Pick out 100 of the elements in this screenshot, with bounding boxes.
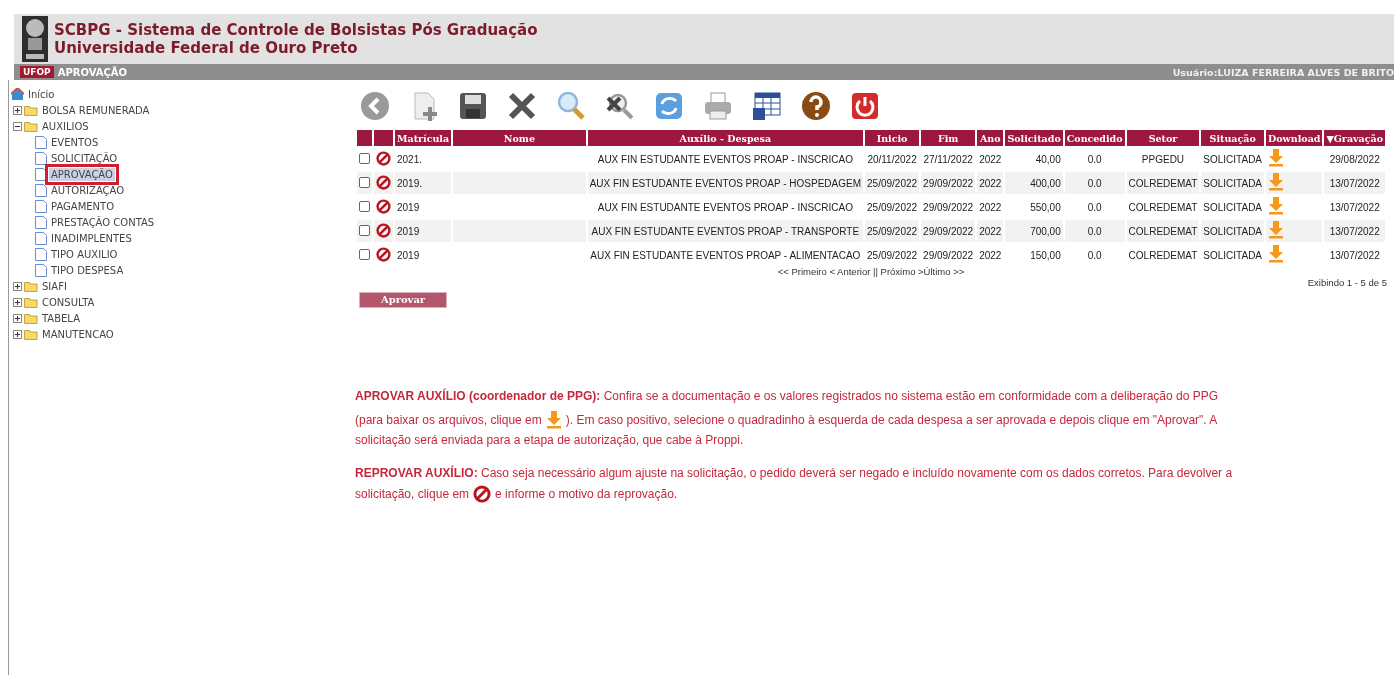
document-icon <box>35 215 47 229</box>
help-icon[interactable] <box>800 90 832 122</box>
table-cell: 2019. <box>395 172 452 194</box>
ufop-badge: UFOP <box>20 66 54 78</box>
power-icon[interactable] <box>849 90 881 122</box>
document-icon <box>35 231 47 245</box>
folder-icon <box>24 120 38 132</box>
table-cell: COLREDEMAT <box>1126 172 1200 194</box>
reject-icon[interactable] <box>376 198 391 214</box>
column-header[interactable]: Matrícula <box>395 130 452 146</box>
close-icon[interactable] <box>506 90 538 122</box>
row-checkbox[interactable] <box>359 200 370 212</box>
column-header[interactable]: Nome <box>453 130 586 146</box>
tree-item[interactable]: CONSULTA <box>40 296 97 308</box>
table-cell: 25/09/2022 <box>865 172 920 194</box>
table-cell: 29/09/2022 <box>921 172 976 194</box>
tree-item[interactable]: PAGAMENTO <box>49 199 117 213</box>
column-header[interactable]: Situação <box>1201 130 1265 146</box>
university-logo <box>22 16 48 62</box>
expand-icon[interactable] <box>13 105 22 115</box>
pagination-links[interactable]: << Primeiro < Anterior || Próximo >Último >> <box>777 266 965 277</box>
download-icon <box>545 410 562 429</box>
column-header[interactable]: Ano <box>977 130 1004 146</box>
collapse-icon[interactable] <box>13 121 22 131</box>
tree-item[interactable]: MANUTENCAO <box>40 328 116 340</box>
column-header[interactable]: Solicitado <box>1005 130 1063 146</box>
document-icon <box>35 263 47 277</box>
help-text: APROVAR AUXÍLIO (coordenador de PPG): Confira se a documentação e os valores registrados no sistema estão em conformidade com a deliberação do PPG <box>355 388 1219 403</box>
refresh-icon[interactable] <box>653 90 685 122</box>
reject-icon[interactable] <box>376 246 391 262</box>
table-cell: 0.0 <box>1064 172 1125 194</box>
record-count: Exibindo 1 - 5 de 5 <box>1307 277 1387 288</box>
table-cell: 29/09/2022 <box>921 220 976 242</box>
table-cell: 700,00 <box>1005 220 1063 242</box>
tree-item[interactable]: TABELA <box>40 312 82 324</box>
help-text: (para baixar os arquivos, clique em <box>355 412 542 427</box>
folder-icon <box>24 104 38 116</box>
printer-icon[interactable] <box>702 90 734 122</box>
tree-item[interactable]: TIPO DESPESA <box>49 263 126 277</box>
reject-icon[interactable] <box>376 174 391 190</box>
column-header[interactable]: ▼Gravação <box>1324 130 1385 146</box>
column-header[interactable]: Inicio <box>865 130 920 146</box>
table-cell: SOLICITADA <box>1201 220 1265 242</box>
folder-icon <box>24 328 38 340</box>
expand-icon[interactable] <box>13 281 22 291</box>
table-header <box>374 130 393 146</box>
help-text: ). Em caso positivo, selecione o quadradinho à esquerda de cada despesa a ser aprovada e depois clique em "Aprovar". A <box>565 412 1218 427</box>
document-icon <box>35 151 47 165</box>
table-cell: AUX FIN ESTUDANTE EVENTOS PROAP - TRANSPORTE <box>587 220 863 242</box>
table-cell: 25/09/2022 <box>865 220 920 242</box>
column-header[interactable]: Fim <box>921 130 976 146</box>
reject-icon[interactable] <box>376 150 391 166</box>
tree-item[interactable]: Início <box>26 88 57 100</box>
table-cell: 400,00 <box>1005 172 1063 194</box>
help-text: solicitação será enviada para a etapa de autorização, que cabe à Proppi. <box>355 433 744 447</box>
expand-icon[interactable] <box>13 329 22 339</box>
table-save-icon[interactable] <box>751 90 783 122</box>
column-header[interactable]: Concedido <box>1064 130 1125 146</box>
help-text: solicitação, clique em <box>355 486 470 501</box>
reject-icon[interactable] <box>376 222 391 238</box>
folder-icon <box>24 296 38 308</box>
column-header[interactable]: Download <box>1266 130 1323 146</box>
tree-item[interactable]: SOLICITAÇÃO <box>49 151 120 165</box>
table-cell: 2022 <box>977 172 1004 194</box>
approve-button[interactable]: Aprovar <box>359 291 447 308</box>
tree-item[interactable]: BOLSA REMUNERADA <box>40 104 152 116</box>
expand-icon[interactable] <box>13 297 22 307</box>
row-checkbox[interactable] <box>359 176 370 188</box>
folder-icon <box>24 280 38 292</box>
expand-icon[interactable] <box>13 313 22 323</box>
help-text: e informe o motivo da reprovação. <box>495 486 678 501</box>
home-icon <box>11 88 24 100</box>
tree-item[interactable]: INADIMPLENTES <box>49 231 134 245</box>
column-header[interactable]: Auxílio - Despesa <box>587 130 863 146</box>
table-cell: 2022 <box>977 220 1004 242</box>
row-checkbox[interactable] <box>359 248 370 260</box>
tree-item[interactable]: TIPO AUXILIO <box>49 247 120 261</box>
document-icon <box>35 247 47 261</box>
row-checkbox[interactable] <box>359 224 370 236</box>
table-cell: 13/07/2022 <box>1324 220 1385 242</box>
app-title: SCBPG - Sistema de Controle de Bolsistas Pós Graduação <box>54 21 538 39</box>
tree-item[interactable]: PRESTAÇÃO CONTAS <box>49 215 157 229</box>
row-checkbox[interactable] <box>359 152 370 164</box>
table-cell: AUX FIN ESTUDANTE EVENTOS PROAP - HOSPEDAGEM <box>587 172 863 194</box>
back-icon[interactable] <box>359 90 391 122</box>
table-cell: 13/07/2022 <box>1324 172 1385 194</box>
table-cell: 2019 <box>395 220 452 242</box>
tree-item[interactable]: AUTORIZAÇÃO <box>49 183 127 197</box>
table-cell: COLREDEMAT <box>1126 220 1200 242</box>
tree-item[interactable]: SIAFI <box>40 280 69 292</box>
tree-item[interactable]: EVENTOS <box>49 135 101 149</box>
document-icon <box>35 135 47 149</box>
tree-item[interactable]: AUXILIOS <box>40 120 91 132</box>
column-header[interactable]: Setor <box>1126 130 1200 146</box>
app-subtitle: Universidade Federal de Ouro Preto <box>54 39 359 57</box>
table-cell: SOLICITADA <box>1201 172 1265 194</box>
page-title: APROVAÇÃO <box>57 66 128 78</box>
table-cell: 0.0 <box>1064 220 1125 242</box>
reject-icon <box>473 484 492 503</box>
help-text: REPROVAR AUXÍLIO: Caso seja necessário algum ajuste na solicitação, o pedido deverá ser negado e incluído novamente com os dados corretos. Para devolver a <box>355 465 1233 480</box>
